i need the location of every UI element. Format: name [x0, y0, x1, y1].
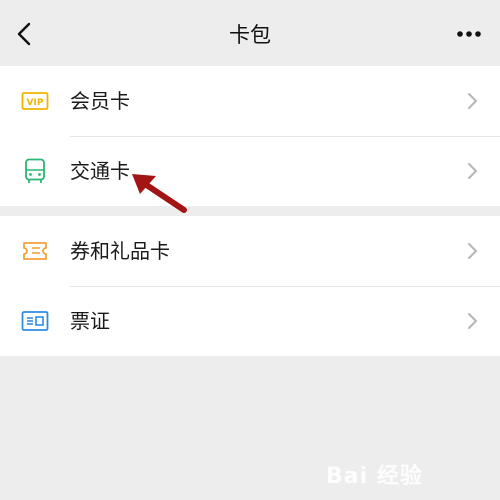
chevron-right-icon: [468, 163, 477, 179]
card-group-primary: VIP 会员卡 交通卡: [0, 66, 500, 206]
list-item-coupons-gift-cards[interactable]: 券和礼品卡: [0, 216, 500, 286]
bus-icon: [25, 158, 45, 183]
list-item-label: 票证: [70, 309, 110, 333]
list-item-transit-card[interactable]: 交通卡: [0, 136, 500, 206]
ticket-icon: [23, 242, 47, 260]
chevron-right-icon: [468, 93, 477, 109]
svg-text:VIP: VIP: [27, 98, 44, 108]
page-title: 卡包: [229, 23, 271, 47]
vip-card-icon: VIP: [21, 92, 49, 110]
chevron-right-icon: [468, 243, 477, 259]
card-wallet-page: 卡包 VIP 会员卡 交通卡 券和礼品卡 票证 Bai 经验: [0, 0, 500, 500]
id-card-icon: [21, 311, 49, 331]
list-item-membership-card[interactable]: VIP 会员卡: [0, 66, 500, 136]
list-item-label: 会员卡: [70, 89, 130, 113]
card-group-secondary: 券和礼品卡 票证: [0, 216, 500, 356]
annotation-arrow-icon: [132, 174, 187, 213]
more-dots-icon[interactable]: [456, 30, 482, 38]
list-item-label: 交通卡: [70, 159, 130, 183]
navigation-bar: 卡包: [0, 0, 500, 66]
baidu-jingyan-watermark: Bai 经验: [326, 454, 476, 489]
list-item-label: 券和礼品卡: [70, 239, 170, 263]
watermark-text: Bai 经验: [326, 464, 423, 489]
list-item-tickets-certificates[interactable]: 票证: [0, 286, 500, 356]
chevron-right-icon: [468, 313, 477, 329]
